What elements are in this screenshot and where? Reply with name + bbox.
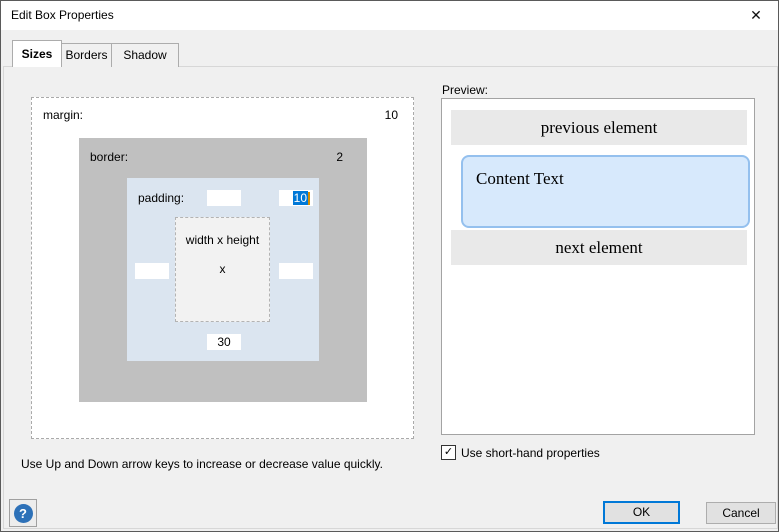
tab-shadow[interactable]: Shadow — [111, 43, 179, 67]
hint-text: Use Up and Down arrow keys to increase o… — [21, 457, 383, 471]
padding-label: padding: — [138, 191, 184, 205]
help-button[interactable]: ? — [9, 499, 37, 527]
ok-button[interactable]: OK — [603, 501, 680, 524]
title-bar: Edit Box Properties ✕ — [1, 1, 778, 30]
cancel-button[interactable]: Cancel — [706, 502, 776, 524]
margin-value: 10 — [385, 108, 398, 122]
padding-top-input[interactable] — [207, 190, 241, 206]
help-icon: ? — [14, 504, 33, 523]
shorthand-option-row: ✓ Use short-hand properties — [441, 445, 600, 460]
padding-right-input[interactable]: 10 — [279, 190, 313, 206]
border-value: 2 — [336, 150, 343, 164]
close-icon[interactable]: ✕ — [746, 6, 766, 24]
shorthand-checkbox[interactable]: ✓ — [441, 445, 456, 460]
preview-label: Preview: — [442, 83, 488, 97]
box-model-margin-area: margin: 10 border: 2 padding: 10 width x… — [31, 97, 414, 439]
border-label: border: — [90, 150, 128, 164]
box-model-content-area: width x height x — [175, 217, 270, 322]
text-caret — [308, 192, 310, 205]
width-x-height-label: width x height — [176, 233, 269, 247]
tab-sizes[interactable]: Sizes — [12, 40, 62, 67]
padding-bottom-input[interactable] — [207, 334, 241, 350]
preview-next-element: next element — [451, 230, 747, 265]
preview-previous-element: previous element — [451, 110, 747, 145]
margin-label: margin: — [43, 108, 83, 122]
selected-text: 10 — [293, 191, 308, 205]
edit-box-properties-dialog: Edit Box Properties ✕ Sizes Borders Shad… — [0, 0, 779, 532]
height-input[interactable] — [279, 263, 313, 279]
shorthand-checkbox-label: Use short-hand properties — [461, 446, 600, 460]
x-separator-label: x — [176, 262, 269, 276]
preview-panel: previous element Content Text next eleme… — [441, 98, 755, 435]
box-model-border-area: border: 2 padding: 10 width x height x — [79, 138, 367, 402]
tab-borders[interactable]: Borders — [61, 43, 112, 67]
window-title: Edit Box Properties — [11, 8, 114, 22]
width-input[interactable] — [135, 263, 169, 279]
box-model-padding-area: padding: 10 width x height x — [127, 178, 319, 361]
preview-content-box: Content Text — [461, 155, 750, 228]
